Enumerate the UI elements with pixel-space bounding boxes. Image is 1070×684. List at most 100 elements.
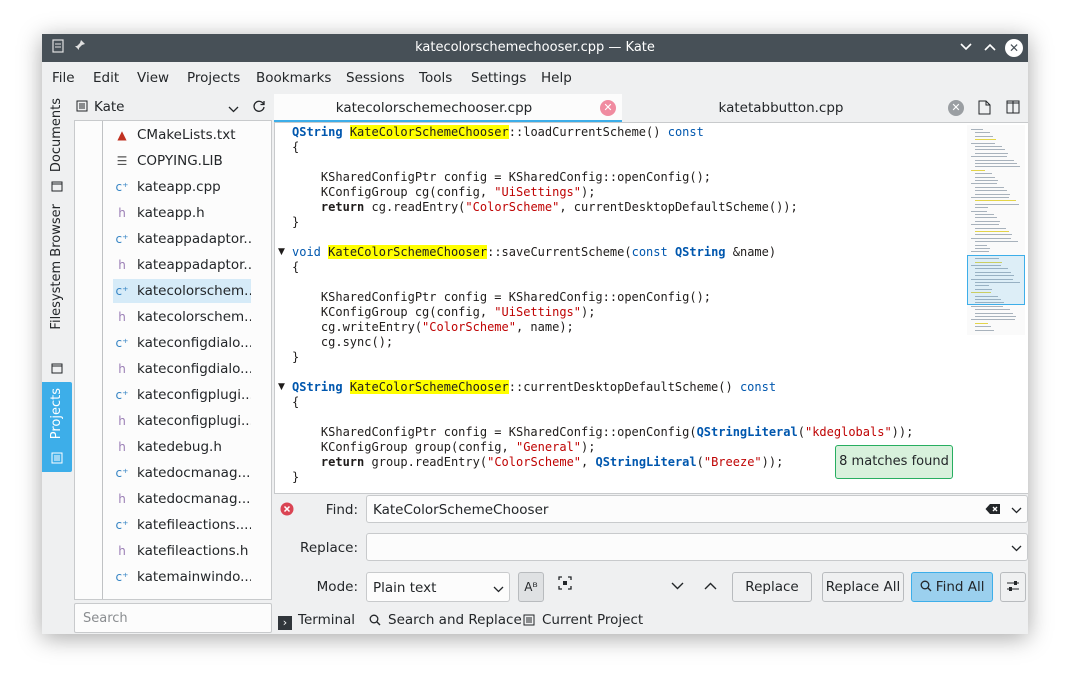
project-file-tree[interactable]: ▲ CMakeLists.txt ☰ COPYING.LIB c⁺ kateapp.cpp… [74,120,272,600]
split-view-icon[interactable] [1006,100,1020,118]
find-previous-icon[interactable] [699,576,721,598]
search-and-replace-button[interactable]: Search and Replace [368,612,522,628]
minimap-viewport[interactable] [967,255,1025,305]
replace-field[interactable] [366,533,1028,561]
tree-item[interactable]: h kateapp.h [113,201,251,225]
tree-item[interactable]: h kateconfigdialo... [113,357,251,381]
minimap-line [971,183,997,185]
find-all-button[interactable]: Find All [911,572,993,602]
chevron-down-icon[interactable] [1011,542,1022,555]
close-search-icon[interactable] [280,502,294,520]
replace-button[interactable]: Replace [732,572,812,602]
cpp-file-icon: c⁺ [115,180,129,194]
search-match-highlight: KateColorSchemeChooser [349,125,509,139]
code-line: QString KateColorSchemeChooser::loadCurr… [292,125,704,140]
tab-projects[interactable]: Projects [42,382,72,472]
find-input[interactable]: KateColorSchemeChooser [373,502,548,518]
tree-item-label: kateapp.cpp [137,179,221,195]
project-search-field[interactable] [74,603,272,633]
tree-item[interactable]: c⁺ kateconfigdialo... [113,331,251,355]
menu-bookmarks[interactable]: Bookmarks [256,70,331,86]
minimap-line [975,152,1008,154]
header-file-icon: h [118,440,126,454]
tree-item[interactable]: h katedebug.h [113,435,251,459]
tree-item[interactable]: ▲ CMakeLists.txt [113,123,251,147]
tree-item-label: COPYING.LIB [137,153,223,169]
sidebar-tab-strip: Documents Filesystem Browser Projects [42,92,72,634]
code-token: } [292,350,300,364]
tree-item[interactable]: c⁺ katecolorschem... [113,279,251,303]
cpp-file-icon: c⁺ [115,284,129,298]
tab-katecolorschemechooser[interactable]: katecolorschemechooser.cpp ✕ [274,94,622,122]
maximize-button[interactable] [980,38,1000,58]
tree-item[interactable]: h katecolorschem... [113,305,251,329]
title-bar: katecolorschemechooser.cpp — Kate ✕ [42,34,1028,62]
new-tab-icon[interactable] [978,100,991,119]
code-token: , [581,455,596,469]
tree-item[interactable]: c⁺ katemainwindo... [113,565,251,589]
tab-documents[interactable]: Documents [42,96,72,196]
tree-item-label: kateconfigdialo... [137,361,251,377]
close-tab-icon[interactable]: ✕ [600,100,616,116]
tab-label: katecolorschemechooser.cpp [335,100,533,116]
tree-item[interactable]: ☰ COPYING.LIB [113,149,251,173]
code-token: "General" [515,440,581,454]
tree-item[interactable]: h katefileactions.h [113,539,251,563]
menu-view[interactable]: View [137,70,169,86]
code-line: KSharedConfigPtr config = KSharedConfig:… [292,170,711,185]
fold-toggle-icon[interactable]: ▼ [278,247,285,257]
mode-select[interactable]: Plain text [366,572,510,602]
menu-help[interactable]: Help [541,70,572,86]
project-selector[interactable]: Kate [72,94,272,120]
menu-edit[interactable]: Edit [93,70,119,86]
minimap-line [975,234,1012,236]
tab-katetabbutton[interactable]: katetabbutton.cpp ✕ [622,94,968,122]
tree-item[interactable]: c⁺ kateconfigplugi... [113,383,251,407]
find-next-icon[interactable] [666,576,688,598]
tree-item[interactable]: h kateconfigplugi... [113,409,251,433]
close-tab-icon[interactable]: ✕ [948,100,964,116]
menu-sessions[interactable]: Sessions [346,70,405,86]
search-options-button[interactable] [1000,572,1026,602]
minimize-button[interactable] [956,38,976,58]
project-search-input[interactable] [81,604,265,632]
code-editor[interactable]: QString KateColorSchemeChooser::loadCurr… [274,122,1028,494]
replace-all-button[interactable]: Replace All [822,572,904,602]
tab-filesystem-browser[interactable]: Filesystem Browser [42,200,72,378]
tree-item[interactable]: c⁺ katedocmanag... [113,461,251,485]
tree-item[interactable]: c⁺ kateapp.cpp [113,175,251,199]
match-case-button[interactable]: Aᴮ [518,572,544,602]
chevron-down-icon[interactable] [1011,504,1022,517]
current-project-button[interactable]: Current Project [522,612,643,628]
document-tab-bar: katecolorschemechooser.cpp ✕ katetabbutt… [274,94,1028,122]
close-window-button[interactable]: ✕ [1005,39,1023,57]
minimap[interactable] [967,125,1025,335]
cpp-file-icon: c⁺ [115,518,129,532]
chevron-down-icon[interactable] [228,102,239,117]
code-token: "kdeglobals" [804,425,892,439]
terminal-icon: › [278,616,292,630]
minimap-line [975,173,992,175]
terminal-button[interactable]: › Terminal [278,612,355,630]
find-field[interactable]: KateColorSchemeChooser [366,495,1028,523]
clear-input-icon[interactable] [985,503,1001,519]
tree-item[interactable]: h kateappadaptor.... [113,253,251,277]
fold-toggle-icon[interactable]: ▼ [278,382,285,392]
tree-item[interactable]: c⁺ katefileactions.... [113,513,251,537]
code-token: ); [581,305,596,319]
menu-file[interactable]: File [52,70,75,86]
minimap-line [975,227,1006,229]
window-title: katecolorschemechooser.cpp — Kate [415,40,655,55]
minimap-line [971,129,983,130]
menu-projects[interactable]: Projects [187,70,240,86]
minimap-line [971,210,987,212]
minimap-line [975,166,1020,168]
menu-tools[interactable]: Tools [419,70,452,86]
tree-item[interactable]: c⁺ kateappadaptor.... [113,227,251,251]
tree-item-label: katedocmanag... [137,465,251,481]
tree-item[interactable]: h katedocmanag... [113,487,251,511]
menu-settings[interactable]: Settings [471,70,526,86]
reload-icon[interactable] [252,99,266,117]
minimap-line [975,322,988,324]
selection-only-icon[interactable] [554,576,576,598]
